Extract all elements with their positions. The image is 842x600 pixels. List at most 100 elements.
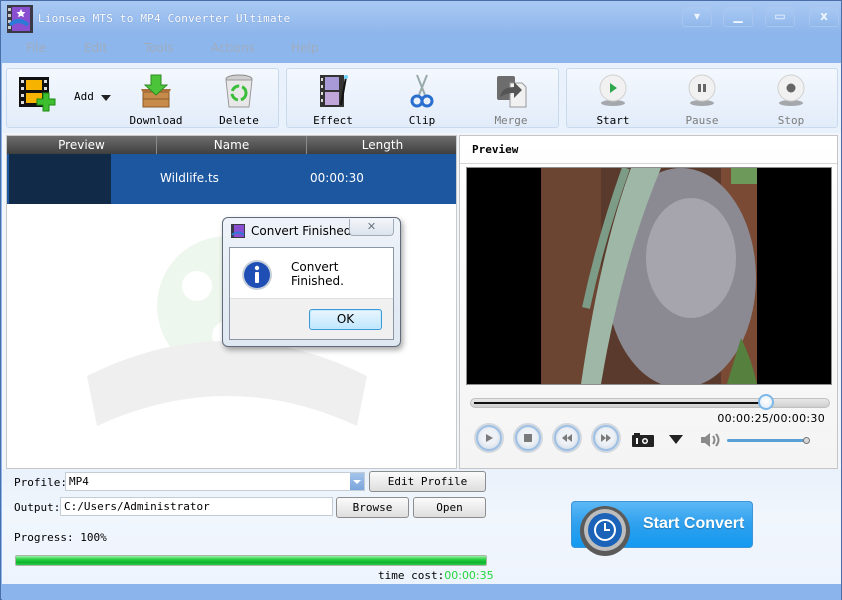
pause-label: Pause <box>685 114 719 127</box>
rewind-button[interactable] <box>554 425 580 451</box>
minimize-button[interactable]: ▁ <box>723 6 753 27</box>
close-icon: ✕ <box>366 220 377 233</box>
chevron-down-icon[interactable] <box>101 95 111 101</box>
pause-icon <box>688 74 716 106</box>
download-button[interactable]: Download <box>125 69 187 129</box>
video-frame <box>541 168 757 384</box>
menu-bar: File Edit Tools Actions Help <box>1 35 841 63</box>
app-window: Lionsea MTS to MP4 Converter Ultimate ▾ … <box>0 0 842 600</box>
stop-icon <box>524 434 532 442</box>
progress-bar <box>15 555 487 566</box>
stop-label: Stop <box>777 114 805 127</box>
fast-forward-button[interactable] <box>593 425 619 451</box>
menu-file[interactable]: File <box>26 41 46 55</box>
stop-button[interactable] <box>515 425 541 451</box>
toolbar-group-playback: Start Pause Stop <box>566 68 838 128</box>
snapshot-camera-icon[interactable] <box>632 433 654 447</box>
effect-button[interactable]: Effect <box>303 69 363 129</box>
toolbar: Add Download Delete Effect Clip Merge St… <box>2 63 841 133</box>
film-effect-icon <box>320 75 348 107</box>
title-bar: Lionsea MTS to MP4 Converter Ultimate ▾ … <box>1 1 841 35</box>
add-label: Add <box>74 90 94 103</box>
open-button[interactable]: Open <box>413 497 486 518</box>
seek-progress <box>474 402 769 404</box>
dropdown-icon: ▾ <box>693 9 701 23</box>
start-label: Start <box>596 114 630 127</box>
menu-actions[interactable]: Actions <box>211 41 255 55</box>
status-bar <box>2 584 841 600</box>
edit-profile-button[interactable]: Edit Profile <box>369 471 486 492</box>
info-icon <box>242 260 272 290</box>
dialog-close-button[interactable]: ✕ <box>349 219 394 236</box>
menu-tools[interactable]: Tools <box>144 41 174 55</box>
file-row[interactable]: Wildlife.ts 00:00:30 <box>7 154 456 204</box>
time-cost-value: 00:00:35 <box>444 569 494 582</box>
effect-label: Effect <box>313 114 353 127</box>
dialog-body: Convert Finished. OK <box>229 247 394 340</box>
play-button[interactable] <box>476 425 502 451</box>
output-label: Output: <box>14 501 61 514</box>
preview-title: Preview <box>472 143 519 156</box>
menu-edit[interactable]: Edit <box>84 41 107 55</box>
file-list-header: Preview Name Length <box>7 136 456 154</box>
minimize-icon: ▁ <box>733 9 743 23</box>
time-readout: 00:00:25/00:00:30 <box>717 412 825 425</box>
video-screen[interactable] <box>466 167 832 385</box>
pause-button: Pause <box>672 69 732 129</box>
toolbar-group-edit: Effect Clip Merge <box>286 68 559 128</box>
volume-icon[interactable] <box>700 432 720 448</box>
window-menu-button[interactable]: ▾ <box>682 6 712 27</box>
dialog-message: Convert Finished. <box>291 260 344 288</box>
profile-select[interactable]: MP4 <box>65 472 365 491</box>
main-area: Preview Name Length Wildlife.ts 00:00:30… <box>2 133 841 469</box>
rewind-icon <box>562 434 572 442</box>
start-button[interactable]: Start <box>583 69 643 129</box>
profile-label: Profile: <box>14 476 67 489</box>
play-icon <box>486 434 493 442</box>
file-name: Wildlife.ts <box>160 171 219 185</box>
clock-convert-icon <box>580 506 630 556</box>
scissors-icon <box>410 74 434 108</box>
stop-icon <box>777 74 805 106</box>
close-button[interactable]: x <box>809 6 839 27</box>
app-logo-icon <box>231 224 245 238</box>
convert-finished-dialog: Convert Finished ✕ Convert Finished. OK <box>222 217 401 347</box>
seek-slider[interactable] <box>470 394 830 410</box>
volume-thumb[interactable] <box>803 437 810 444</box>
progress-fill <box>16 556 486 565</box>
output-path-field[interactable]: C:/Users/Administrator <box>60 497 333 516</box>
column-name[interactable]: Name <box>157 136 307 154</box>
toolbar-group-files: Add Download Delete <box>6 68 279 128</box>
volume-slider[interactable] <box>727 439 807 442</box>
start-convert-button[interactable]: Start Convert <box>571 501 753 556</box>
window-title: Lionsea MTS to MP4 Converter Ultimate <box>38 12 291 25</box>
maximize-icon: ▭ <box>774 9 786 23</box>
stop-button: Stop <box>761 69 821 129</box>
clip-button[interactable]: Clip <box>392 69 452 129</box>
snapshot-dropdown-icon[interactable] <box>669 435 683 444</box>
file-length: 00:00:30 <box>310 171 364 185</box>
maximize-button[interactable]: ▭ <box>765 6 795 27</box>
column-preview[interactable]: Preview <box>7 136 157 154</box>
download-label: Download <box>129 114 183 127</box>
dialog-footer: OK <box>230 298 393 339</box>
time-cost-label: time cost: <box>378 569 445 582</box>
merge-icon <box>497 76 527 108</box>
delete-button[interactable]: Delete <box>209 69 269 129</box>
dialog-title: Convert Finished <box>251 224 352 238</box>
close-icon: x <box>820 9 828 23</box>
download-box-icon <box>141 74 171 108</box>
preview-panel: Preview 00:00:25/00:00:30 <box>459 135 838 469</box>
seek-thumb[interactable] <box>757 394 774 410</box>
add-video-icon <box>19 77 56 112</box>
profile-value: MP4 <box>69 475 89 488</box>
ok-button[interactable]: OK <box>309 309 382 330</box>
add-button[interactable]: Add <box>13 69 113 129</box>
column-length[interactable]: Length <box>307 136 456 154</box>
recycle-bin-icon <box>225 74 253 108</box>
browse-button[interactable]: Browse <box>336 497 409 518</box>
chevron-down-icon[interactable] <box>350 473 364 490</box>
menu-help[interactable]: Help <box>291 41 318 55</box>
preview-divider <box>460 163 837 164</box>
merge-label: Merge <box>494 114 528 127</box>
